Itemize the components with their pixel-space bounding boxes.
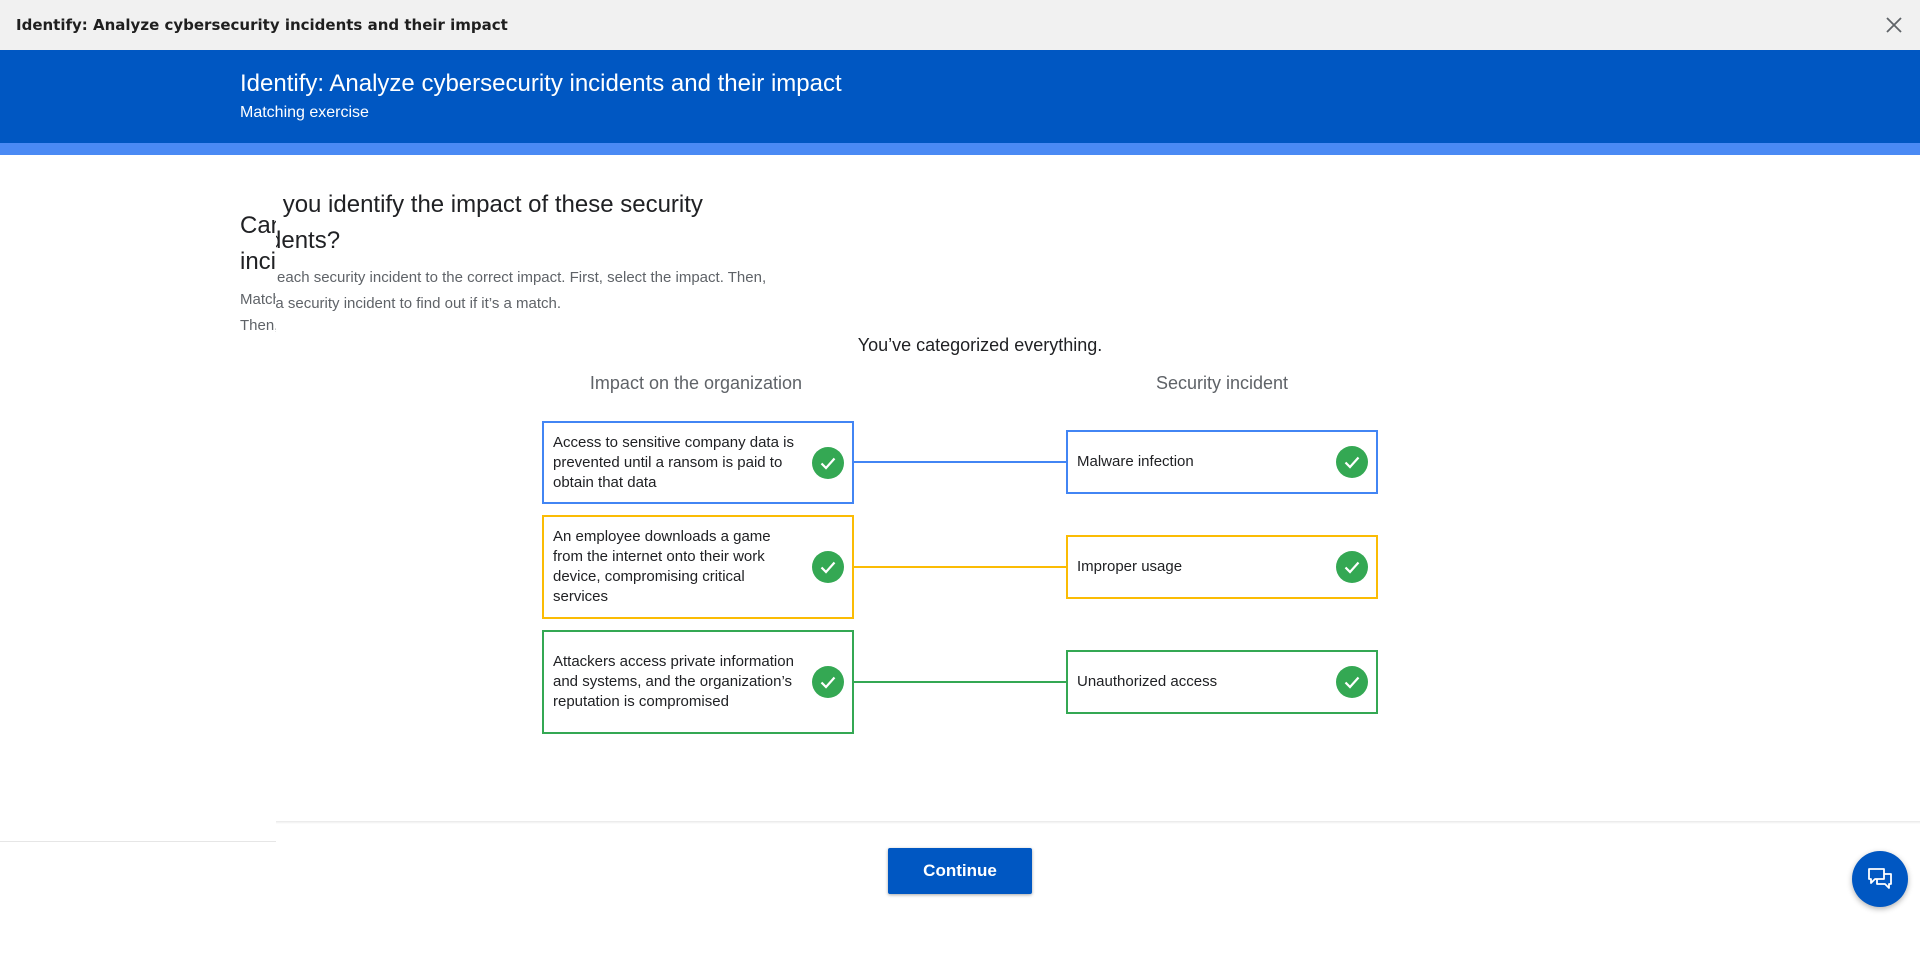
progress-strip: [0, 143, 1920, 155]
window-title-bar: Identify: Analyze cybersecurity incident…: [0, 0, 1920, 50]
impact-column-header: Impact on the organization: [589, 373, 803, 393]
check-circle-icon: [812, 551, 844, 583]
check-circle-icon: [1336, 666, 1368, 698]
incident-card[interactable]: Unauthorized access: [1066, 650, 1378, 714]
chat-bubbles-icon: [1868, 868, 1892, 889]
instructions-text: Match each security incident to the corr…: [276, 269, 767, 312]
banner-subtitle: Matching exercise: [240, 104, 369, 121]
banner-title: Identify: Analyze cybersecurity incident…: [240, 70, 842, 97]
exercise-panel: Can you identify the impact of these sec…: [276, 155, 1920, 823]
footer-divider: [276, 821, 1920, 824]
course-banner: Identify: Analyze cybersecurity incident…: [0, 50, 1920, 143]
question-text: Can you identify the impact of these sec…: [276, 191, 703, 254]
incident-card[interactable]: Improper usage: [1066, 535, 1378, 599]
impact-card-text: Access to sensitive company data is prev…: [553, 433, 794, 491]
incident-column-header: Security incident: [1155, 373, 1289, 393]
match-connector: [854, 566, 1066, 568]
impact-card[interactable]: Attackers access private information and…: [542, 630, 854, 734]
check-circle-icon: [1336, 551, 1368, 583]
match-connector: [854, 681, 1066, 683]
check-circle-icon: [812, 446, 844, 479]
divider: [0, 841, 276, 842]
impact-card-text: Attackers access private information and…: [553, 653, 794, 710]
instructions: Match each security incident to the corr…: [276, 265, 772, 317]
match-connector: [854, 461, 1066, 463]
impact-card[interactable]: Access to sensitive company data is prev…: [542, 421, 854, 504]
question-heading: Can you identify the impact of these sec…: [276, 187, 772, 259]
incident-card-text: Malware infection: [1077, 453, 1194, 470]
check-circle-icon: [1336, 446, 1368, 478]
incident-card-text: Unauthorized access: [1077, 673, 1218, 690]
impact-card-text: An employee downloads a game from the in…: [553, 528, 771, 605]
close-icon[interactable]: [1882, 13, 1906, 37]
completion-status: You’ve categorized everything.: [857, 335, 1103, 355]
incident-card[interactable]: Malware infection: [1066, 430, 1378, 494]
continue-button[interactable]: Continue: [888, 848, 1032, 894]
window-title: Identify: Analyze cybersecurity incident…: [16, 16, 508, 34]
check-circle-icon: [812, 666, 844, 698]
impact-card[interactable]: An employee downloads a game from the in…: [542, 515, 854, 619]
incident-card-text: Improper usage: [1077, 558, 1183, 575]
chat-button[interactable]: [1852, 851, 1908, 907]
